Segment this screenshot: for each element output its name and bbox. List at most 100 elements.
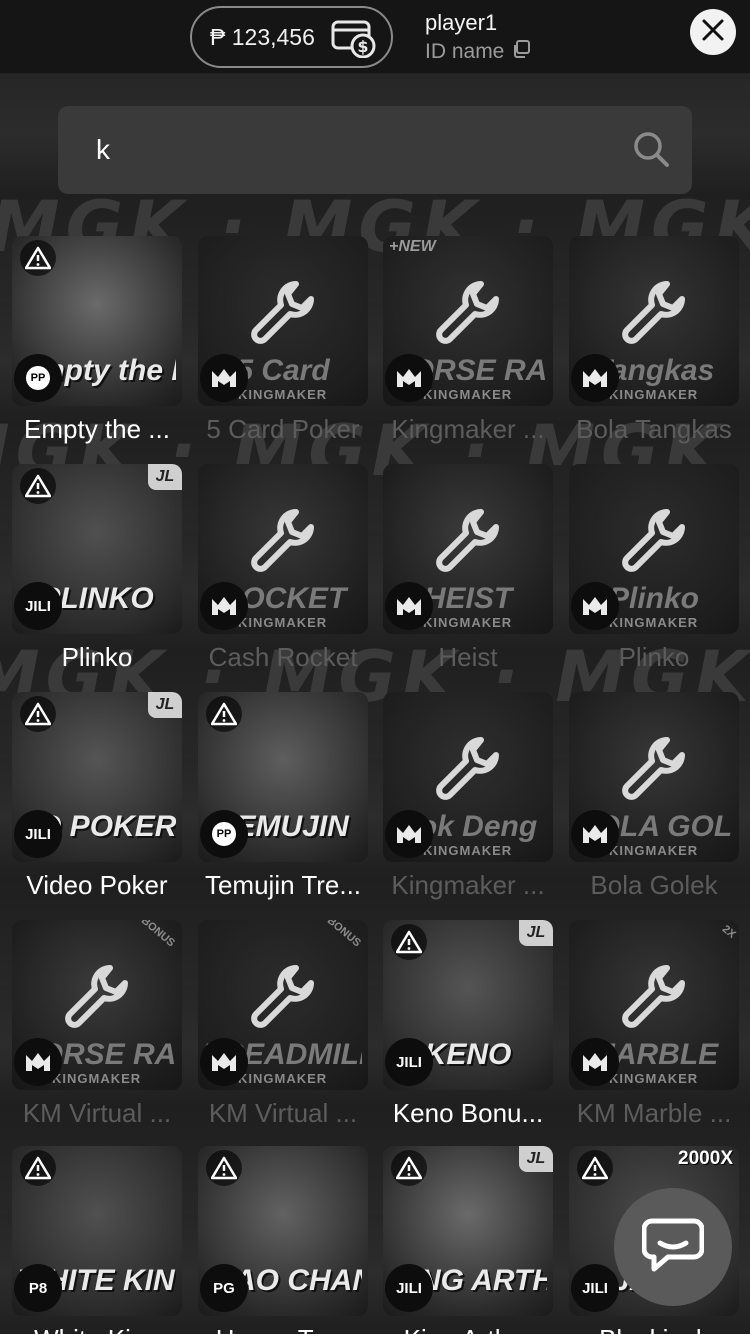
game-tile[interactable]: WHITE KINGP8	[12, 1146, 182, 1316]
game-tile[interactable]: TEMUJIN PP	[198, 692, 368, 862]
game-label[interactable]: White King	[7, 1324, 187, 1334]
jili-corner-badge: JL	[148, 464, 182, 490]
game-tile[interactable]: PLINKO JL JILI	[12, 464, 182, 634]
warning-icon[interactable]	[20, 696, 56, 732]
game-label[interactable]: Heist	[378, 642, 558, 673]
game-label[interactable]: King Arthur	[378, 1324, 558, 1334]
provider-logo-kingmaker	[200, 1038, 248, 1086]
wrench-icon	[248, 962, 318, 1037]
provider-logo: P8	[14, 1264, 62, 1312]
chat-button[interactable]	[614, 1188, 732, 1306]
provider-logo-pp: PP	[200, 810, 248, 858]
game-label[interactable]: KM Marble ...	[564, 1098, 744, 1129]
kingmaker-watermark: KINGMAKER	[423, 615, 513, 630]
provider-logo-pp: PP	[14, 354, 62, 402]
new-tag: +NEW	[389, 238, 436, 255]
game-tile[interactable]: BOLA GOLEKKINGMAKER	[569, 692, 739, 862]
game-label[interactable]: Video Poker	[7, 870, 187, 901]
close-button[interactable]	[690, 9, 736, 55]
game-tile[interactable]: KENO JL JILI	[383, 920, 553, 1090]
player-id-label: ID name	[425, 40, 505, 63]
game-label[interactable]: 5 Card Poker	[193, 414, 373, 445]
player-name: player1	[425, 10, 498, 35]
warning-icon[interactable]	[206, 696, 242, 732]
kingmaker-watermark: KINGMAKER	[609, 1071, 699, 1086]
game-tile[interactable]: ROCKET KINGMAKER	[198, 464, 368, 634]
kingmaker-watermark: KINGMAKER	[52, 1071, 142, 1086]
provider-logo-kingmaker	[200, 354, 248, 402]
game-label[interactable]: Plinko	[7, 642, 187, 673]
chat-icon	[641, 1217, 705, 1278]
game-label[interactable]: KM Virtual ...	[7, 1098, 187, 1129]
game-tile[interactable]: DIAO CHAN PG	[198, 1146, 368, 1316]
game-tile[interactable]: TREADMILL BONUS KINGMAKER	[198, 920, 368, 1090]
warning-icon[interactable]	[391, 1150, 427, 1186]
game-tile[interactable]: Plinko KINGMAKER	[569, 464, 739, 634]
game-label[interactable]: Temujin Tre...	[193, 870, 373, 901]
search-input[interactable]	[96, 126, 616, 174]
warning-icon[interactable]	[20, 240, 56, 276]
game-label[interactable]: Keno Bonu...	[378, 1098, 558, 1129]
game-label[interactable]: Cash Rocket	[193, 642, 373, 673]
warning-icon[interactable]	[577, 1150, 613, 1186]
game-label[interactable]: Bola Golek	[564, 870, 744, 901]
game-label[interactable]: Bola Tangkas	[564, 414, 744, 445]
wrench-icon	[619, 506, 689, 581]
game-tile[interactable]: EO POKER JL JILI	[12, 692, 182, 862]
kingmaker-watermark: KINGMAKER	[238, 615, 328, 630]
wallet-icon[interactable]: $	[331, 18, 377, 59]
player-id[interactable]: ID name	[425, 40, 531, 64]
provider-logo-kingmaker	[385, 354, 433, 402]
provider-logo-kingmaker	[385, 810, 433, 858]
game-label[interactable]: Empty the ...	[7, 414, 187, 445]
kingmaker-watermark: KINGMAKER	[609, 387, 699, 402]
jili-corner-badge: JL	[148, 692, 182, 718]
game-tile[interactable]: Empty the BANK!PP	[12, 236, 182, 406]
provider-logo-kingmaker	[571, 1038, 619, 1086]
warning-icon[interactable]	[391, 924, 427, 960]
game-label[interactable]: KM Virtual ...	[193, 1098, 373, 1129]
close-icon	[701, 18, 725, 47]
provider-logo: PG	[200, 1264, 248, 1312]
game-label[interactable]: Kingmaker ...	[378, 870, 558, 901]
provider-logo-kingmaker	[200, 582, 248, 630]
game-label[interactable]: Plinko	[564, 642, 744, 673]
game-tile[interactable]: HORSE RACINGBONUSKINGMAKER	[12, 920, 182, 1090]
jili-corner-badge: JL	[519, 920, 553, 946]
provider-logo-kingmaker	[14, 1038, 62, 1086]
provider-logo-kingmaker	[571, 582, 619, 630]
wrench-icon	[619, 962, 689, 1037]
game-label[interactable]: Honey Trap	[193, 1324, 373, 1334]
wrench-icon	[248, 278, 318, 353]
kingmaker-watermark: KINGMAKER	[238, 1071, 328, 1086]
game-label[interactable]: Kingmaker ...	[378, 414, 558, 445]
wrench-icon	[433, 734, 503, 809]
wrench-icon	[619, 734, 689, 809]
top-bar: ₱ 123,456 $ player1 ID name	[0, 0, 750, 74]
search-bar[interactable]	[58, 106, 692, 194]
copy-icon[interactable]	[512, 40, 531, 64]
game-tile[interactable]: 5 Card KINGMAKER	[198, 236, 368, 406]
game-tile[interactable]: MARBLE 2X KINGMAKER	[569, 920, 739, 1090]
game-tile[interactable]: HORSE RACING+NEWKINGMAKER	[383, 236, 553, 406]
warning-icon[interactable]	[206, 1150, 242, 1186]
kingmaker-watermark: KINGMAKER	[609, 843, 699, 858]
provider-logo-kingmaker	[571, 810, 619, 858]
wrench-icon	[619, 278, 689, 353]
balance-amount: ₱ 123,456	[210, 23, 315, 50]
search-icon[interactable]	[632, 130, 672, 175]
provider-logo: JILI	[571, 1264, 619, 1312]
warning-icon[interactable]	[20, 468, 56, 504]
wrench-icon	[62, 962, 132, 1037]
warning-icon[interactable]	[20, 1150, 56, 1186]
provider-logo-kingmaker	[385, 582, 433, 630]
balance-pill[interactable]: ₱ 123,456 $	[190, 6, 393, 68]
provider-logo: JILI	[14, 810, 62, 858]
game-tile[interactable]: Pok Deng KINGMAKER	[383, 692, 553, 862]
game-tile[interactable]: KING ARTHURJLJILI	[383, 1146, 553, 1316]
provider-logo: JILI	[385, 1264, 433, 1312]
game-tile[interactable]: HEIST KINGMAKER	[383, 464, 553, 634]
game-tile[interactable]: Tangkas KINGMAKER	[569, 236, 739, 406]
game-label[interactable]: Blackjack	[564, 1324, 744, 1334]
svg-text:$: $	[357, 37, 368, 56]
